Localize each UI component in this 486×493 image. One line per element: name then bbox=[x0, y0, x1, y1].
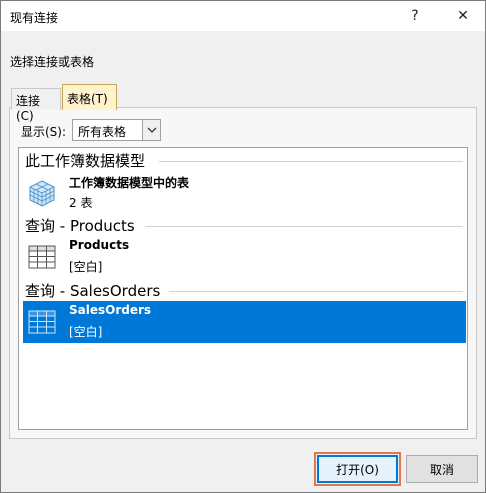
tables-list[interactable]: 此工作簿数据模型 工作簿数据模型中的表 2 表 查询 - Products Pr… bbox=[18, 147, 468, 430]
list-item-products[interactable]: Products [空白] bbox=[23, 236, 466, 278]
data-model-cube-icon bbox=[29, 180, 55, 207]
item-name: 工作簿数据模型中的表 bbox=[69, 176, 190, 190]
open-button[interactable]: 打开(O) bbox=[314, 452, 401, 486]
tab-connections[interactable]: 连接(C) bbox=[11, 88, 61, 123]
item-name: SalesOrders bbox=[69, 303, 152, 317]
group-divider bbox=[169, 291, 463, 292]
table-grid-icon bbox=[28, 245, 56, 269]
group-header-products: 查询 - Products bbox=[25, 215, 139, 236]
table-grid-icon bbox=[28, 310, 56, 334]
group-divider bbox=[159, 161, 463, 162]
window-title: 现有连接 bbox=[10, 11, 59, 25]
dialog-subtitle: 选择连接或表格 bbox=[10, 55, 95, 69]
tab-tables[interactable]: 表格(T) bbox=[62, 84, 117, 110]
item-sub: 2 表 bbox=[69, 196, 93, 210]
help-button[interactable]: ? bbox=[393, 1, 437, 31]
existing-connections-dialog: 现有连接 ? ✕ 选择连接或表格 连接(C) 表格(T) 显示(S): 所有表格… bbox=[0, 0, 486, 493]
show-filter-select[interactable]: 所有表格 bbox=[72, 119, 161, 141]
item-sub: [空白] bbox=[69, 260, 103, 274]
chevron-down-icon[interactable] bbox=[142, 120, 160, 140]
close-button[interactable]: ✕ bbox=[441, 1, 485, 31]
item-sub: [空白] bbox=[69, 325, 103, 339]
show-filter-value: 所有表格 bbox=[78, 125, 127, 139]
group-header-data-model: 此工作簿数据模型 bbox=[25, 150, 150, 171]
item-name: Products bbox=[69, 238, 130, 252]
list-item-data-model-tables[interactable]: 工作簿数据模型中的表 2 表 bbox=[23, 172, 466, 214]
show-label: 显示(S): bbox=[21, 125, 67, 139]
cancel-button[interactable]: 取消 bbox=[406, 455, 478, 483]
list-item-salesorders[interactable]: SalesOrders [空白] bbox=[23, 301, 466, 343]
group-header-salesorders: 查询 - SalesOrders bbox=[25, 280, 165, 301]
title-bar: 现有连接 ? ✕ bbox=[1, 1, 485, 31]
group-divider bbox=[145, 226, 463, 227]
